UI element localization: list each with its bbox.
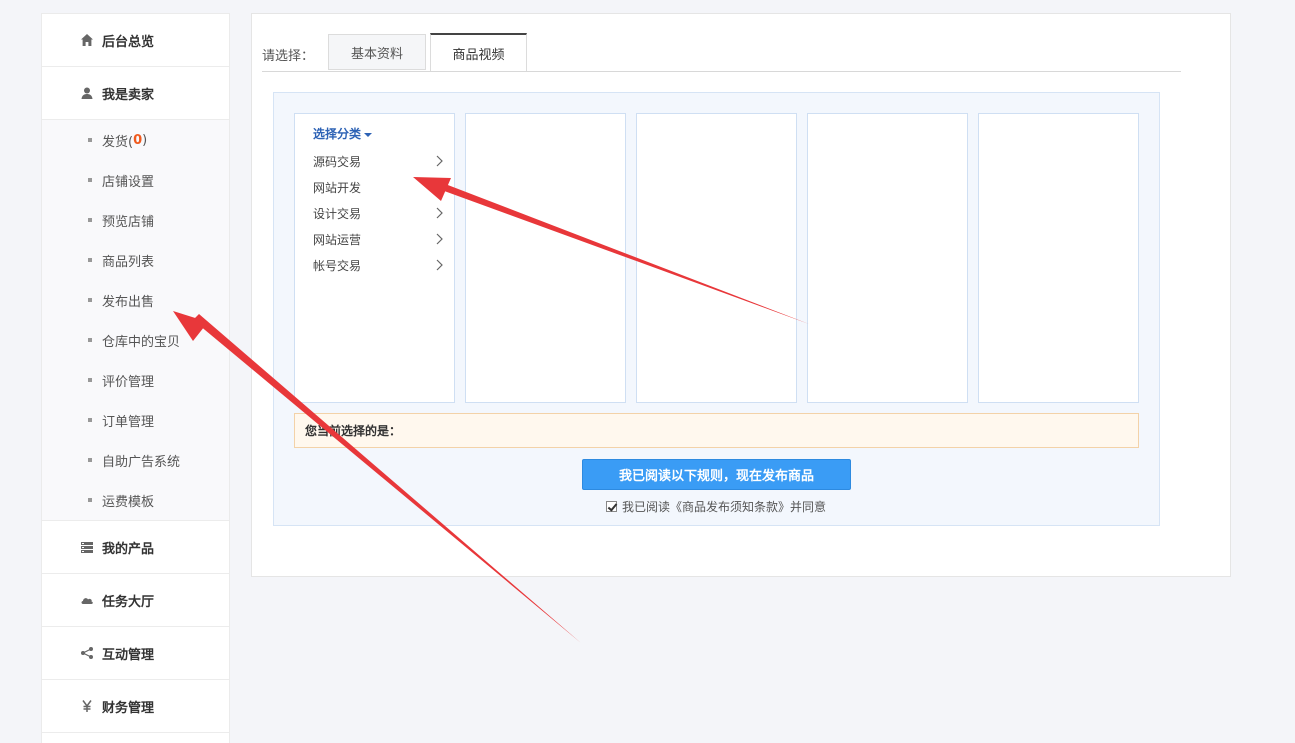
nav-task-hall-label: 任务大厅 [102, 594, 155, 610]
category-column-2[interactable] [465, 113, 626, 403]
bullet-icon [88, 418, 92, 422]
chevron-right-icon [436, 181, 443, 193]
nav-seller[interactable]: 我是卖家 [42, 67, 229, 120]
share-icon [80, 646, 94, 660]
caret-down-icon [364, 132, 373, 137]
tab-product-video[interactable]: 商品视频 [430, 33, 527, 71]
tab-prompt: 请选择： [262, 49, 315, 64]
category-title-label: 选择分类 [313, 127, 362, 141]
category-item-label: 源码交易 [313, 154, 362, 169]
category-item[interactable]: 设计交易 [313, 200, 443, 226]
subnav-item-warehouse[interactable]: 仓库中的宝贝 [42, 320, 229, 360]
terms-text: 我已阅读《商品发布须知条款》并同意 [622, 500, 827, 514]
nav-seller-label: 我是卖家 [102, 87, 155, 103]
subnav-item-label: 仓库中的宝贝 [102, 334, 181, 350]
sidebar: 后台总览 我是卖家 发货(0) 店铺设置 预览店铺 商品列表 发布出售 仓库中的… [41, 13, 230, 743]
yen-icon [80, 699, 94, 713]
subnav-item-label: 评价管理 [102, 374, 155, 390]
bullet-icon [88, 338, 92, 342]
subnav-item-suffix: ) [142, 132, 148, 148]
bullet-icon [88, 378, 92, 382]
bullet-icon [88, 298, 92, 302]
subnav-item-ship[interactable]: 发货(0) [42, 120, 229, 160]
agree-publish-button-label: 我已阅读以下规则，现在发布商品 [618, 469, 814, 484]
subnav-item-label: 店铺设置 [102, 174, 155, 190]
chevron-right-icon [436, 207, 443, 219]
nav-finance[interactable]: 财务管理 [42, 680, 229, 733]
category-item-label: 帐号交易 [313, 258, 362, 273]
subnav-item-preview-shop[interactable]: 预览店铺 [42, 200, 229, 240]
agree-publish-button[interactable]: 我已阅读以下规则，现在发布商品 [582, 459, 851, 490]
tab-basic-info[interactable]: 基本资料 [328, 34, 426, 70]
seller-subnav: 发货(0) 店铺设置 预览店铺 商品列表 发布出售 仓库中的宝贝 评价管理 订单… [42, 120, 229, 521]
category-column-1: 选择分类 源码交易 网站开发 设计交易 网站运营 帐号交易 [294, 113, 455, 403]
user-icon [80, 86, 94, 100]
subnav-item-label: 发货( [102, 134, 134, 150]
nav-my-products-label: 我的产品 [102, 541, 155, 557]
nav-interaction[interactable]: 互动管理 [42, 627, 229, 680]
category-item[interactable]: 帐号交易 [313, 252, 443, 278]
bullet-icon [88, 458, 92, 462]
nav-my-products[interactable]: 我的产品 [42, 521, 229, 574]
nav-task-hall[interactable]: 任务大厅 [42, 574, 229, 627]
nav-interaction-label: 互动管理 [102, 647, 155, 663]
products-icon [80, 540, 94, 554]
tab-label: 基本资料 [350, 46, 403, 62]
current-selection-bar: 您当前选择的是： [294, 413, 1139, 448]
category-item-label: 网站开发 [313, 180, 362, 195]
category-item[interactable]: 网站运营 [313, 226, 443, 252]
terms-checkbox[interactable] [606, 501, 617, 512]
bullet-icon [88, 498, 92, 502]
subnav-item-product-list[interactable]: 商品列表 [42, 240, 229, 280]
subnav-item-label: 商品列表 [102, 254, 155, 270]
subnav-item-label: 运费模板 [102, 494, 155, 510]
current-selection-label: 您当前选择的是： [305, 424, 402, 438]
subnav-item-ads[interactable]: 自助广告系统 [42, 440, 229, 480]
category-column-5[interactable] [978, 113, 1139, 403]
bullet-icon [88, 218, 92, 222]
bullet-icon [88, 178, 92, 182]
tab-bar: 请选择： 基本资料 商品视频 [262, 33, 1181, 72]
category-title[interactable]: 选择分类 [313, 125, 373, 142]
publish-box: 选择分类 源码交易 网站开发 设计交易 网站运营 帐号交易 您当前选择的是： 我… [273, 92, 1160, 526]
category-list: 源码交易 网站开发 设计交易 网站运营 帐号交易 [313, 148, 443, 278]
bullet-icon [88, 258, 92, 262]
category-column-3[interactable] [636, 113, 797, 403]
category-item-label: 设计交易 [313, 206, 362, 221]
subnav-item-label: 订单管理 [102, 414, 155, 430]
subnav-item-label: 预览店铺 [102, 214, 155, 230]
nav-finance-label: 财务管理 [102, 700, 155, 716]
tab-label: 商品视频 [452, 47, 505, 63]
cloud-icon [80, 593, 94, 607]
chevron-right-icon [436, 155, 443, 167]
subnav-item-reviews[interactable]: 评价管理 [42, 360, 229, 400]
subnav-item-orders[interactable]: 订单管理 [42, 400, 229, 440]
subnav-item-shop-settings[interactable]: 店铺设置 [42, 160, 229, 200]
category-item[interactable]: 源码交易 [313, 148, 443, 174]
terms-row: 我已阅读《商品发布须知条款》并同意 [606, 498, 826, 515]
ship-count-badge: 0 [133, 132, 143, 148]
subnav-item-shipping-template[interactable]: 运费模板 [42, 480, 229, 520]
subnav-item-label: 自助广告系统 [102, 454, 181, 470]
main-panel: 请选择： 基本资料 商品视频 选择分类 源码交易 网站开发 设计交易 网站运营 … [251, 13, 1231, 577]
chevron-right-icon [436, 259, 443, 271]
category-item[interactable]: 网站开发 [313, 174, 443, 200]
subnav-item-publish-sale[interactable]: 发布出售 [42, 280, 229, 320]
chevron-right-icon [436, 233, 443, 245]
category-item-label: 网站运营 [313, 232, 362, 247]
nav-dashboard[interactable]: 后台总览 [42, 14, 229, 67]
subnav-item-label: 发布出售 [102, 294, 155, 310]
home-icon [80, 33, 94, 47]
bullet-icon [88, 138, 92, 142]
category-column-4[interactable] [807, 113, 968, 403]
nav-dashboard-label: 后台总览 [102, 34, 155, 50]
